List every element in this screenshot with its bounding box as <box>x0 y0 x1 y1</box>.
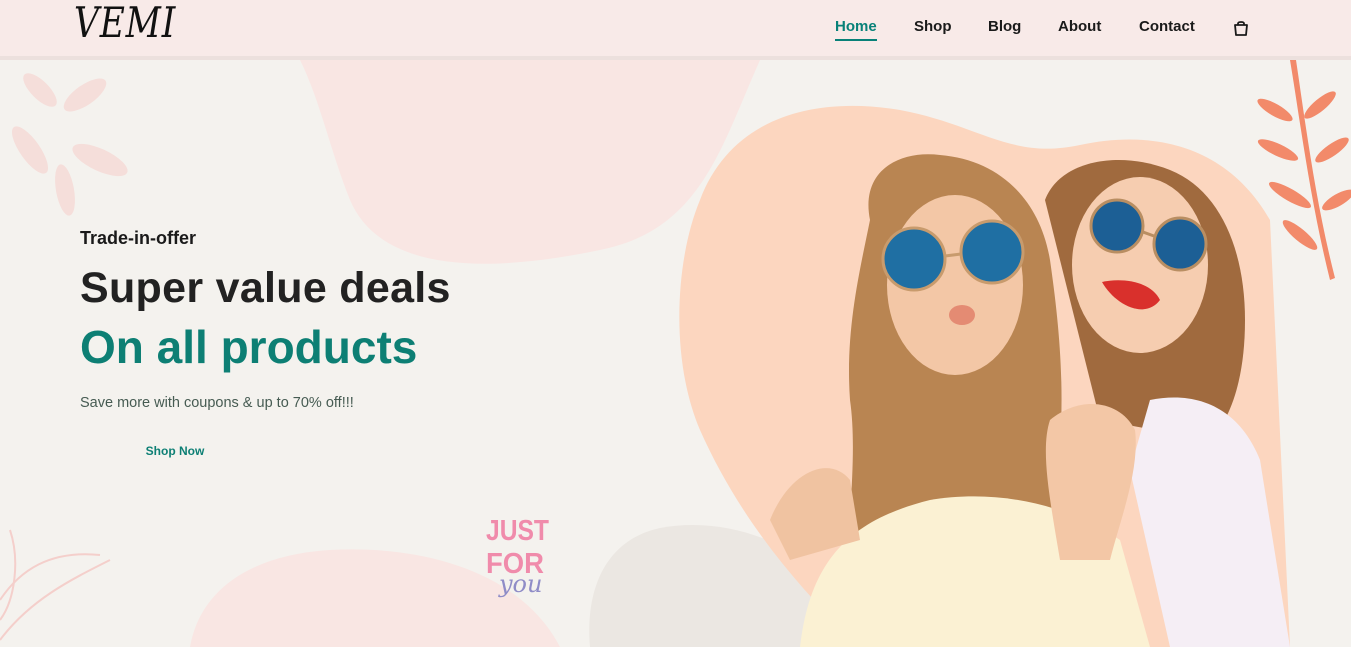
nav-item-blog[interactable]: Blog <box>988 18 1021 35</box>
hero-description: Save more with coupons & up to 70% off!!… <box>80 395 354 411</box>
shopping-bag-icon[interactable] <box>1232 19 1250 37</box>
nav-item-shop[interactable]: Shop <box>914 18 952 35</box>
stamp-line-3: you <box>498 570 542 598</box>
leaf-cluster-bottomleft-icon <box>0 529 111 641</box>
hero-headline: Super value deals <box>80 264 451 312</box>
main-nav: Home Shop Blog About Contact <box>0 18 1351 42</box>
site-header: VEMI Home Shop Blog About Contact <box>0 0 1351 60</box>
hero-kicker: Trade-in-offer <box>80 228 197 248</box>
shop-now-button[interactable]: Shop Now <box>80 438 270 464</box>
leaf-cluster-topleft-icon <box>11 73 128 216</box>
nav-item-home[interactable]: Home <box>835 18 877 41</box>
hero-subheadline: On all products <box>80 321 418 373</box>
nav-item-contact[interactable]: Contact <box>1139 18 1195 35</box>
just-for-you-stamp: JUST FOR you <box>486 515 549 598</box>
stamp-line-1: JUST <box>486 515 549 547</box>
nav-item-about[interactable]: About <box>1058 18 1101 35</box>
